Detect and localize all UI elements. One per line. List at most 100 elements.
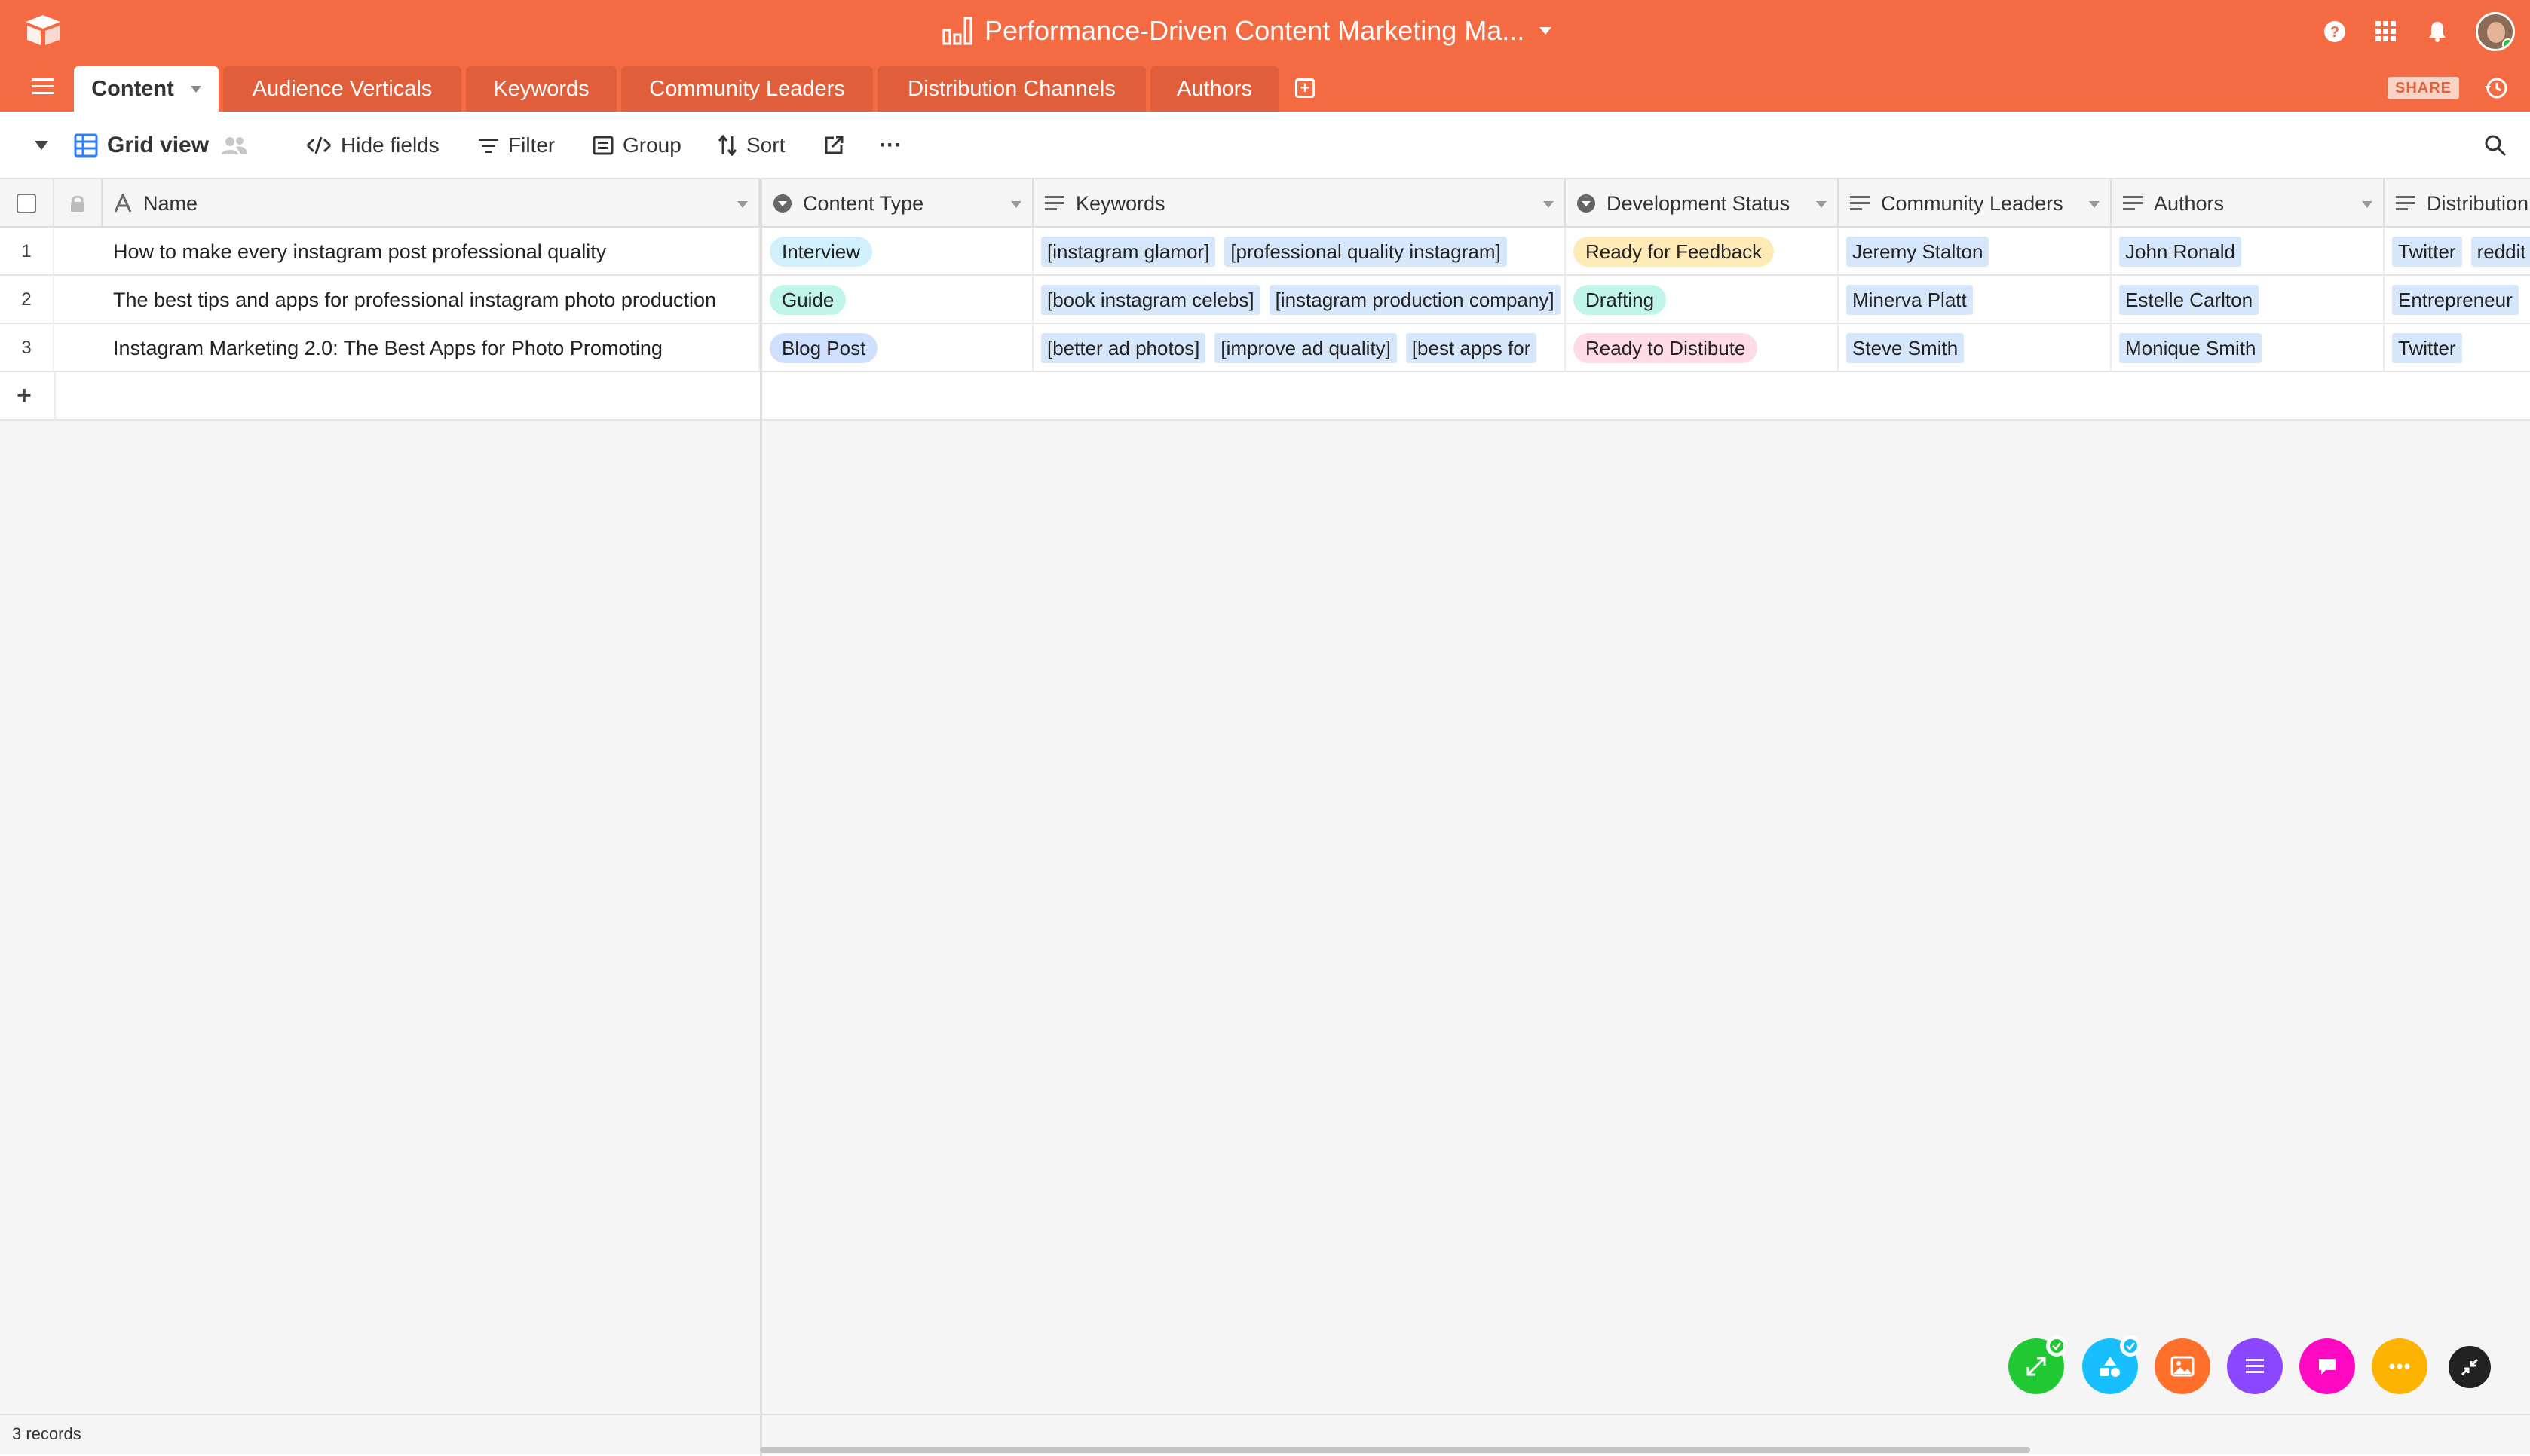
keyword-record[interactable]: [professional quality instagram] bbox=[1224, 237, 1507, 267]
name-cell[interactable]: How to make every instagram post profess… bbox=[54, 228, 760, 276]
leader-record[interactable]: Jeremy Stalton bbox=[1846, 237, 1989, 267]
views-sidebar-toggle[interactable] bbox=[35, 112, 48, 179]
distribution-record[interactable]: Entrepreneur bbox=[2392, 285, 2519, 315]
column-header-keywords[interactable]: Keywords bbox=[1034, 179, 1566, 228]
user-avatar[interactable] bbox=[2476, 12, 2515, 51]
base-title-menu[interactable]: Performance-Driven Content Marketing Ma.… bbox=[942, 9, 1552, 53]
search-button[interactable] bbox=[2483, 112, 2516, 179]
author-cell[interactable]: Monique Smith bbox=[2112, 324, 2385, 372]
distribution-record[interactable]: Twitter bbox=[2392, 333, 2462, 363]
select-all-checkbox-cell[interactable] bbox=[0, 179, 54, 228]
airtable-logo-icon[interactable] bbox=[23, 14, 63, 47]
status-cell[interactable]: Ready to Distibute bbox=[1566, 324, 1839, 372]
horizontal-scrollbar[interactable] bbox=[760, 1447, 2030, 1453]
apps-grid-icon[interactable] bbox=[2373, 19, 2399, 44]
name-cell[interactable]: Instagram Marketing 2.0: The Best Apps f… bbox=[54, 324, 760, 372]
text-field-icon bbox=[114, 194, 132, 213]
name-cell[interactable]: The best tips and apps for professional … bbox=[54, 276, 760, 324]
share-view-button[interactable] bbox=[823, 112, 853, 179]
chevron-down-icon[interactable] bbox=[1011, 201, 1021, 208]
view-switcher[interactable]: Grid view bbox=[74, 112, 257, 179]
chevron-down-icon[interactable] bbox=[190, 85, 201, 93]
blocks-app-button[interactable] bbox=[2155, 1338, 2210, 1394]
community-leader-cell[interactable]: Minerva Platt bbox=[1839, 276, 2112, 324]
blocks-app-button[interactable] bbox=[2372, 1338, 2427, 1394]
tab-community-leaders[interactable]: Community Leaders bbox=[621, 66, 873, 112]
keyword-record[interactable]: [book instagram celebs] bbox=[1041, 285, 1260, 315]
author-cell[interactable]: John Ronald bbox=[2112, 228, 2385, 276]
group-button[interactable]: Group bbox=[593, 112, 682, 179]
keyword-record[interactable]: [best apps for bbox=[1405, 333, 1537, 363]
sort-button[interactable]: Sort bbox=[718, 112, 785, 179]
keywords-cell[interactable]: [instagram glamor] [professional quality… bbox=[1034, 228, 1566, 276]
content-type-pill: Blog Post bbox=[770, 333, 878, 363]
distribution-record[interactable]: reddit bbox=[2470, 237, 2530, 267]
community-leader-cell[interactable]: Jeremy Stalton bbox=[1839, 228, 2112, 276]
tab-keywords[interactable]: Keywords bbox=[466, 66, 617, 112]
hide-fields-button[interactable]: Hide fields bbox=[306, 112, 440, 179]
notifications-bell-icon[interactable] bbox=[2424, 19, 2450, 44]
author-record[interactable]: Estelle Carlton bbox=[2119, 285, 2259, 315]
content-type-cell[interactable]: Interview bbox=[762, 228, 1034, 276]
column-header-content-type[interactable]: Content Type bbox=[762, 179, 1034, 228]
help-icon[interactable]: ? bbox=[2322, 19, 2348, 44]
status-cell[interactable]: Drafting bbox=[1566, 276, 1839, 324]
keyword-record[interactable]: [instagram glamor] bbox=[1041, 237, 1216, 267]
author-cell[interactable]: Estelle Carlton bbox=[2112, 276, 2385, 324]
filter-button[interactable]: Filter bbox=[478, 112, 555, 179]
tab-audience-verticals[interactable]: Audience Verticals bbox=[223, 66, 461, 112]
author-record[interactable]: John Ronald bbox=[2119, 237, 2241, 267]
add-record-row[interactable]: + bbox=[0, 372, 2530, 421]
tab-distribution-channels[interactable]: Distribution Channels bbox=[878, 66, 1146, 112]
community-leader-cell[interactable]: Steve Smith bbox=[1839, 324, 2112, 372]
keyword-record[interactable]: [instagram production company] bbox=[1269, 285, 1561, 315]
keywords-cell[interactable]: [better ad photos] [improve ad quality] … bbox=[1034, 324, 1566, 372]
distribution-record[interactable]: Twitter bbox=[2392, 237, 2462, 267]
column-header-name[interactable]: Name bbox=[103, 179, 760, 228]
distribution-cell[interactable]: Entrepreneur bbox=[2385, 276, 2530, 324]
row-number[interactable]: 2 bbox=[0, 276, 54, 324]
distribution-cell[interactable]: Twitter bbox=[2385, 324, 2530, 372]
hamburger-menu-icon[interactable] bbox=[32, 78, 54, 96]
linked-record-icon bbox=[2123, 196, 2143, 210]
keyword-record[interactable]: [better ad photos] bbox=[1041, 333, 1206, 363]
collapse-blocks-button[interactable] bbox=[2449, 1346, 2491, 1388]
blocks-app-button[interactable] bbox=[2299, 1338, 2355, 1394]
chevron-down-icon[interactable] bbox=[2362, 201, 2372, 208]
chevron-down-icon[interactable] bbox=[1543, 201, 1554, 208]
table-row[interactable]: 3 Instagram Marketing 2.0: The Best Apps… bbox=[0, 324, 2530, 372]
row-number[interactable]: 1 bbox=[0, 228, 54, 276]
more-options-button[interactable]: ··· bbox=[879, 112, 902, 179]
row-number[interactable]: 3 bbox=[0, 324, 54, 372]
tab-authors[interactable]: Authors bbox=[1150, 66, 1279, 112]
frozen-column-divider[interactable] bbox=[760, 179, 762, 1414]
tab-content[interactable]: Content bbox=[74, 66, 219, 112]
table-row[interactable]: 1 How to make every instagram post profe… bbox=[0, 228, 2530, 276]
leader-record[interactable]: Minerva Platt bbox=[1846, 285, 1973, 315]
column-header-community-leaders[interactable]: Community Leaders bbox=[1839, 179, 2112, 228]
table-row[interactable]: 2 The best tips and apps for professiona… bbox=[0, 276, 2530, 324]
add-table-icon[interactable]: + bbox=[1295, 78, 1315, 98]
blocks-app-button[interactable] bbox=[2227, 1338, 2283, 1394]
chevron-down-icon[interactable] bbox=[2089, 201, 2100, 208]
blocks-app-button[interactable] bbox=[2082, 1335, 2141, 1394]
status-cell[interactable]: Ready for Feedback bbox=[1566, 228, 1839, 276]
distribution-cell[interactable]: Twitter reddit bbox=[2385, 228, 2530, 276]
column-header-authors[interactable]: Authors bbox=[2112, 179, 2385, 228]
content-type-cell[interactable]: Blog Post bbox=[762, 324, 1034, 372]
select-all-checkbox[interactable] bbox=[17, 194, 36, 213]
share-button[interactable]: SHARE bbox=[2387, 77, 2459, 99]
column-header-development-status[interactable]: Development Status bbox=[1566, 179, 1839, 228]
blocks-app-button[interactable] bbox=[2008, 1335, 2067, 1394]
collaborators-icon bbox=[222, 137, 248, 154]
chevron-down-icon[interactable] bbox=[1816, 201, 1827, 208]
keywords-cell[interactable]: [book instagram celebs] [instagram produ… bbox=[1034, 276, 1566, 324]
chevron-down-icon[interactable] bbox=[737, 201, 748, 208]
leader-record[interactable]: Steve Smith bbox=[1846, 333, 1965, 363]
author-record[interactable]: Monique Smith bbox=[2119, 333, 2262, 363]
keyword-record[interactable]: [improve ad quality] bbox=[1214, 333, 1397, 363]
history-icon[interactable] bbox=[2483, 75, 2509, 101]
add-record-button[interactable]: + bbox=[17, 381, 32, 411]
column-header-distribution[interactable]: Distribution bbox=[2385, 179, 2530, 228]
content-type-cell[interactable]: Guide bbox=[762, 276, 1034, 324]
